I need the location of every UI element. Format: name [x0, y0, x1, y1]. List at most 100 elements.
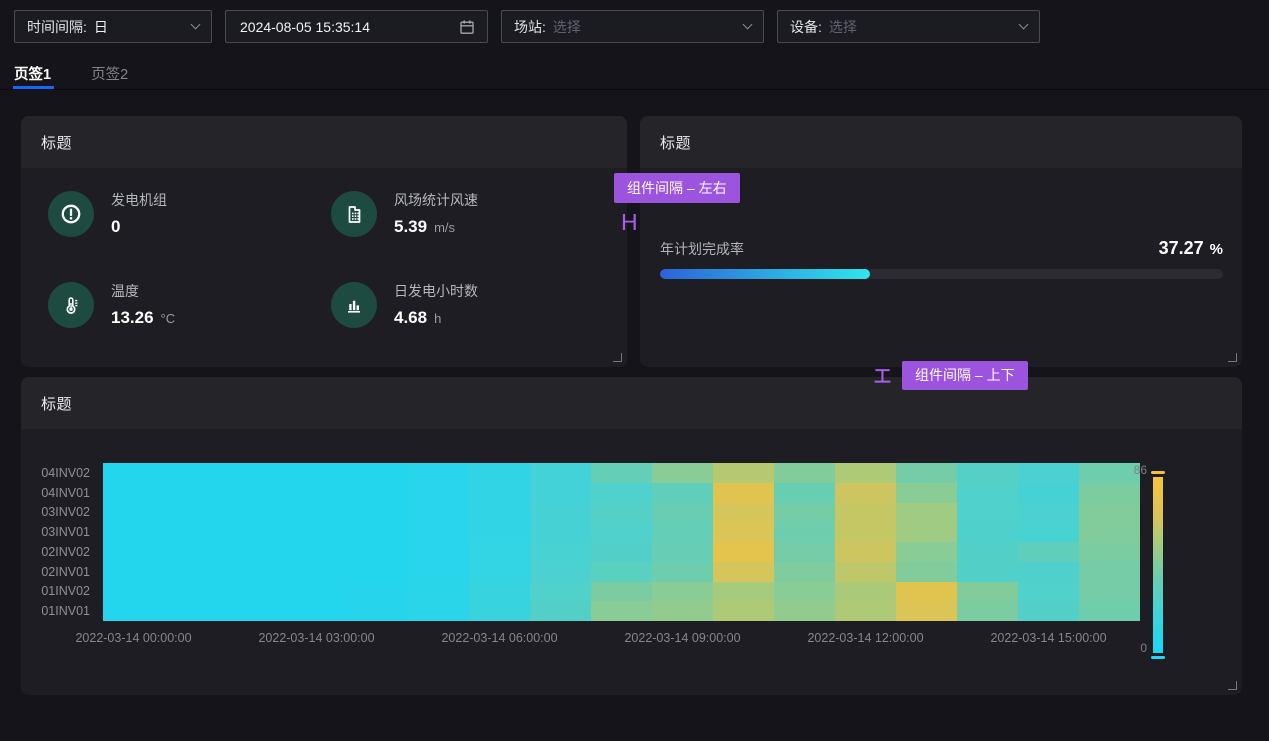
heatmap-cell	[1018, 562, 1079, 582]
heatmap-cell	[957, 601, 1018, 621]
heatmap-cell	[713, 601, 774, 621]
heatmap-cell	[103, 582, 164, 602]
colorbar-max-handle[interactable]	[1151, 471, 1165, 474]
heatmap-cell	[347, 483, 408, 503]
heatmap-cell	[530, 503, 591, 523]
interval-value: 日	[94, 17, 108, 37]
heatmap-grid	[103, 463, 1140, 621]
heatmap-cell	[225, 522, 286, 542]
heatmap-card: 标题 04INV0204INV0103INV0203INV0102INV0202…	[21, 377, 1242, 695]
stat-generator: 发电机组 0	[48, 190, 167, 237]
heatmap-cell	[408, 483, 469, 503]
heatmap-cell	[225, 483, 286, 503]
heatmap-cell	[774, 463, 835, 483]
progress-label: 年计划完成率	[660, 239, 744, 259]
chevron-down-icon	[191, 20, 201, 30]
heatmap-cell	[286, 562, 347, 582]
heatmap-cell	[896, 601, 957, 621]
heatmap-cell	[896, 582, 957, 602]
heatmap-cell	[164, 463, 225, 483]
calendar-icon[interactable]	[459, 19, 475, 35]
active-tab-underline	[13, 86, 54, 89]
heatmap-cell	[957, 562, 1018, 582]
heatmap-cell	[164, 582, 225, 602]
device-select[interactable]: 设备: 选择	[777, 10, 1040, 43]
interval-select[interactable]: 时间间隔: 日	[14, 10, 212, 43]
heatmap-cell	[591, 601, 652, 621]
heatmap-cell	[530, 542, 591, 562]
heatmap-cell	[103, 463, 164, 483]
bar-chart-icon	[331, 282, 377, 328]
heatmap-cell	[713, 483, 774, 503]
stats-card-body: 发电机组 0	[21, 168, 627, 367]
device-label: 设备:	[790, 17, 822, 37]
heatmap-cell	[286, 542, 347, 562]
colorbar[interactable]	[1153, 477, 1163, 653]
datetime-value: 2024-08-05 15:35:14	[240, 19, 370, 35]
heatmap-cell	[408, 542, 469, 562]
heatmap-cell	[347, 601, 408, 621]
stat-value: 13.26	[111, 308, 154, 328]
heatmap-cell	[225, 582, 286, 602]
heatmap-cell	[774, 483, 835, 503]
heatmap-y-label: 02INV01	[21, 562, 97, 582]
heatmap-cell	[469, 601, 530, 621]
heatmap-cell	[469, 483, 530, 503]
heatmap-cell	[774, 562, 835, 582]
resize-handle[interactable]	[613, 353, 622, 362]
heatmap-cell	[835, 483, 896, 503]
heatmap-cell	[286, 582, 347, 602]
tab-1[interactable]: 页签1	[14, 56, 51, 89]
heatmap-x-label: 2022-03-14 00:00:00	[75, 631, 191, 645]
heatmap-cell	[347, 522, 408, 542]
station-placeholder: 选择	[553, 17, 581, 37]
heatmap-y-label: 01INV02	[21, 582, 97, 602]
tab-2[interactable]: 页签2	[91, 56, 128, 89]
heatmap-cell	[469, 522, 530, 542]
stat-value: 0	[111, 217, 120, 237]
heatmap-x-label: 2022-03-14 09:00:00	[624, 631, 740, 645]
heatmap-y-label: 03INV02	[21, 503, 97, 523]
resize-handle[interactable]	[1228, 681, 1237, 690]
heatmap-cell	[652, 601, 713, 621]
datetime-input[interactable]: 2024-08-05 15:35:14	[225, 10, 488, 43]
spacing-marker-h: H	[621, 209, 638, 236]
tab-bar: 页签1 页签2	[0, 56, 1269, 90]
heatmap-cell	[957, 582, 1018, 602]
progress-card: 标题 年计划完成率 37.27%	[640, 116, 1242, 367]
heatmap-cell	[835, 582, 896, 602]
thermometer-icon	[48, 282, 94, 328]
heatmap-cell	[896, 483, 957, 503]
colorbar-min-handle[interactable]	[1151, 656, 1165, 659]
heatmap-cell	[652, 463, 713, 483]
heatmap-cell	[957, 483, 1018, 503]
heatmap-cell	[1018, 463, 1079, 483]
heatmap-cell	[469, 463, 530, 483]
chevron-down-icon	[743, 20, 753, 30]
heatmap-cell	[347, 463, 408, 483]
heatmap-cell	[103, 483, 164, 503]
heatmap-cell	[652, 503, 713, 523]
heatmap-cell	[1079, 542, 1140, 562]
heatmap-cell	[835, 522, 896, 542]
heatmap-cell	[225, 542, 286, 562]
heatmap-cell	[408, 582, 469, 602]
heatmap-cell	[591, 483, 652, 503]
resize-handle[interactable]	[1228, 353, 1237, 362]
station-select[interactable]: 场站: 选择	[501, 10, 764, 43]
stat-label: 风场统计风速	[394, 190, 478, 210]
heatmap-cell	[1018, 582, 1079, 602]
heatmap-cell	[103, 562, 164, 582]
heatmap-cell	[469, 562, 530, 582]
heatmap-cell	[408, 503, 469, 523]
heatmap-cell	[530, 562, 591, 582]
heatmap-cell	[103, 601, 164, 621]
heatmap-cell	[408, 522, 469, 542]
heatmap-cell	[1018, 601, 1079, 621]
stats-card-header: 标题	[21, 116, 627, 168]
heatmap-cell	[774, 542, 835, 562]
heatmap-cell	[408, 463, 469, 483]
heatmap-cell	[591, 522, 652, 542]
heatmap-cell	[835, 542, 896, 562]
heatmap-y-label: 04INV01	[21, 483, 97, 503]
